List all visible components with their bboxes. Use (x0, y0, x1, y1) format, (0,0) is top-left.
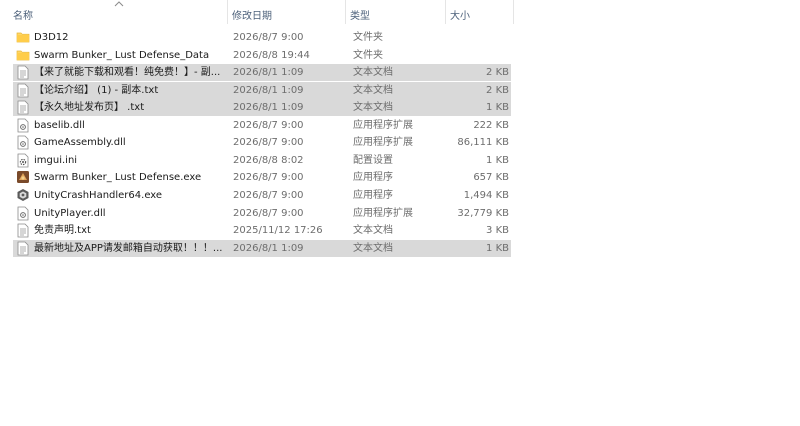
file-name: 免责声明.txt (34, 225, 91, 237)
file-type: 应用程序 (353, 189, 393, 201)
file-date: 2026/8/8 8:02 (233, 154, 304, 166)
text-file-icon (16, 83, 30, 98)
file-row-baselib[interactable]: baselib.dll 2026/8/7 9:00 应用程序扩展 222 KB (13, 117, 511, 134)
column-header-date-label: 修改日期 (232, 11, 272, 22)
text-file-icon (16, 241, 30, 256)
file-type: 文本文档 (353, 102, 393, 114)
file-row-disclaimer[interactable]: 免责声明.txt 2025/11/12 17:26 文本文档 3 KB (13, 222, 511, 239)
file-row-txt-permanent[interactable]: 【永久地址发布页】 .txt 2026/8/1 1:09 文本文档 1 KB (13, 99, 511, 117)
file-row-imgui[interactable]: imgui.ini 2026/8/8 8:02 配置设置 1 KB (13, 152, 511, 169)
file-row-gameassembly[interactable]: GameAssembly.dll 2026/8/7 9:00 应用程序扩展 86,11… (13, 134, 511, 151)
file-size: 2 KB (486, 84, 509, 96)
file-size: 222 KB (473, 119, 509, 131)
column-header-type-label: 类型 (350, 11, 370, 22)
column-header-type[interactable]: 类型 (346, 0, 446, 24)
file-row-txt-free[interactable]: 【来了就能下载和观看！纯免费！】- 副... 2026/8/1 1:09 文本文档 2… (13, 64, 511, 82)
file-name: UnityCrashHandler64.exe (34, 189, 163, 201)
file-row-latest-address[interactable]: 最新地址及APP请发邮箱自动获取！！！... 2026/8/1 1:09 文本文档 1… (13, 239, 511, 257)
file-date: 2026/8/1 1:09 (233, 67, 304, 79)
text-file-icon (16, 223, 30, 238)
file-type: 文本文档 (353, 225, 393, 237)
file-date: 2026/8/7 9:00 (233, 172, 304, 184)
file-date: 2026/8/1 1:09 (233, 102, 304, 114)
unity-exe-icon (16, 188, 30, 203)
dll-file-icon (16, 206, 30, 221)
file-type: 文件夹 (353, 32, 383, 43)
file-name: GameAssembly.dll (34, 137, 126, 149)
file-row-swarm-exe[interactable]: Swarm Bunker_ Lust Defense.exe 2026/8/7 9… (13, 169, 511, 186)
file-name: 【论坛介绍】 (1) - 副本.txt (34, 84, 159, 96)
file-type: 应用程序扩展 (353, 207, 413, 219)
file-size: 1 KB (486, 102, 509, 114)
folder-icon (16, 48, 30, 63)
sort-ascending-icon (114, 1, 124, 7)
file-size: 86,111 KB (457, 137, 509, 149)
file-type: 文本文档 (353, 84, 393, 96)
column-header-date[interactable]: 修改日期 (228, 0, 346, 24)
file-row-unitycrash[interactable]: UnityCrashHandler64.exe 2026/8/7 9:00 应用程序… (13, 187, 511, 204)
file-date: 2026/8/1 1:09 (233, 242, 304, 254)
game-exe-icon (16, 170, 30, 185)
file-type: 配置设置 (353, 154, 393, 166)
file-size: 32,779 KB (457, 207, 509, 219)
file-date: 2026/8/1 1:09 (233, 84, 304, 96)
dll-file-icon (16, 118, 30, 133)
file-name: UnityPlayer.dll (34, 207, 106, 219)
file-size: 1,494 KB (463, 189, 509, 201)
file-date: 2026/8/8 19:44 (233, 49, 310, 61)
file-row-swarm-data[interactable]: Swarm Bunker_ Lust Defense_Data 2026/8/8 … (13, 47, 511, 64)
file-size: 3 KB (486, 225, 509, 237)
file-type: 文本文档 (353, 67, 393, 79)
file-date: 2026/8/7 9:00 (233, 137, 304, 149)
file-type: 文件夹 (353, 49, 383, 61)
file-size (449, 29, 509, 46)
dll-file-icon (16, 135, 30, 150)
column-header-name-label: 名称 (13, 11, 33, 22)
ini-file-icon (16, 153, 30, 168)
file-size: 1 KB (486, 242, 509, 254)
file-date: 2026/8/7 9:00 (233, 207, 304, 219)
file-name: Swarm Bunker_ Lust Defense.exe (34, 172, 202, 184)
file-name: D3D12 (34, 32, 69, 43)
file-size: 657 KB (473, 172, 509, 184)
file-type: 文本文档 (353, 242, 393, 254)
file-name: 【永久地址发布页】 .txt (34, 102, 145, 114)
file-name: imgui.ini (34, 154, 78, 166)
file-type: 应用程序 (353, 172, 393, 184)
file-name: 最新地址及APP请发邮箱自动获取！！！... (34, 242, 223, 254)
file-row-d3d12[interactable]: D3D12 2026/8/7 9:00 文件夹 (13, 29, 511, 46)
file-name: baselib.dll (34, 119, 85, 131)
text-file-icon (16, 65, 30, 80)
file-name: 【来了就能下载和观看！纯免费！】- 副... (34, 67, 221, 79)
file-size (449, 47, 509, 64)
file-type: 应用程序扩展 (353, 137, 413, 149)
text-file-icon (16, 100, 30, 115)
column-header-size-label: 大小 (450, 11, 470, 22)
file-date: 2025/11/12 17:26 (233, 225, 323, 237)
file-date: 2026/8/7 9:00 (233, 189, 304, 201)
folder-icon (16, 30, 30, 45)
column-header-size[interactable]: 大小 (446, 0, 514, 24)
file-size: 2 KB (486, 67, 509, 79)
file-date: 2026/8/7 9:00 (233, 32, 304, 43)
file-type: 应用程序扩展 (353, 119, 413, 131)
column-header-bar: 名称 修改日期 类型 大小 (0, 0, 800, 24)
file-row-txt-forum[interactable]: 【论坛介绍】 (1) - 副本.txt 2026/8/1 1:09 文本文档 2 KB (13, 81, 511, 99)
file-row-unityplayer[interactable]: UnityPlayer.dll 2026/8/7 9:00 应用程序扩展 32,779… (13, 205, 511, 222)
file-date: 2026/8/7 9:00 (233, 119, 304, 131)
file-name: Swarm Bunker_ Lust Defense_Data (34, 49, 210, 61)
file-size: 1 KB (486, 154, 509, 166)
